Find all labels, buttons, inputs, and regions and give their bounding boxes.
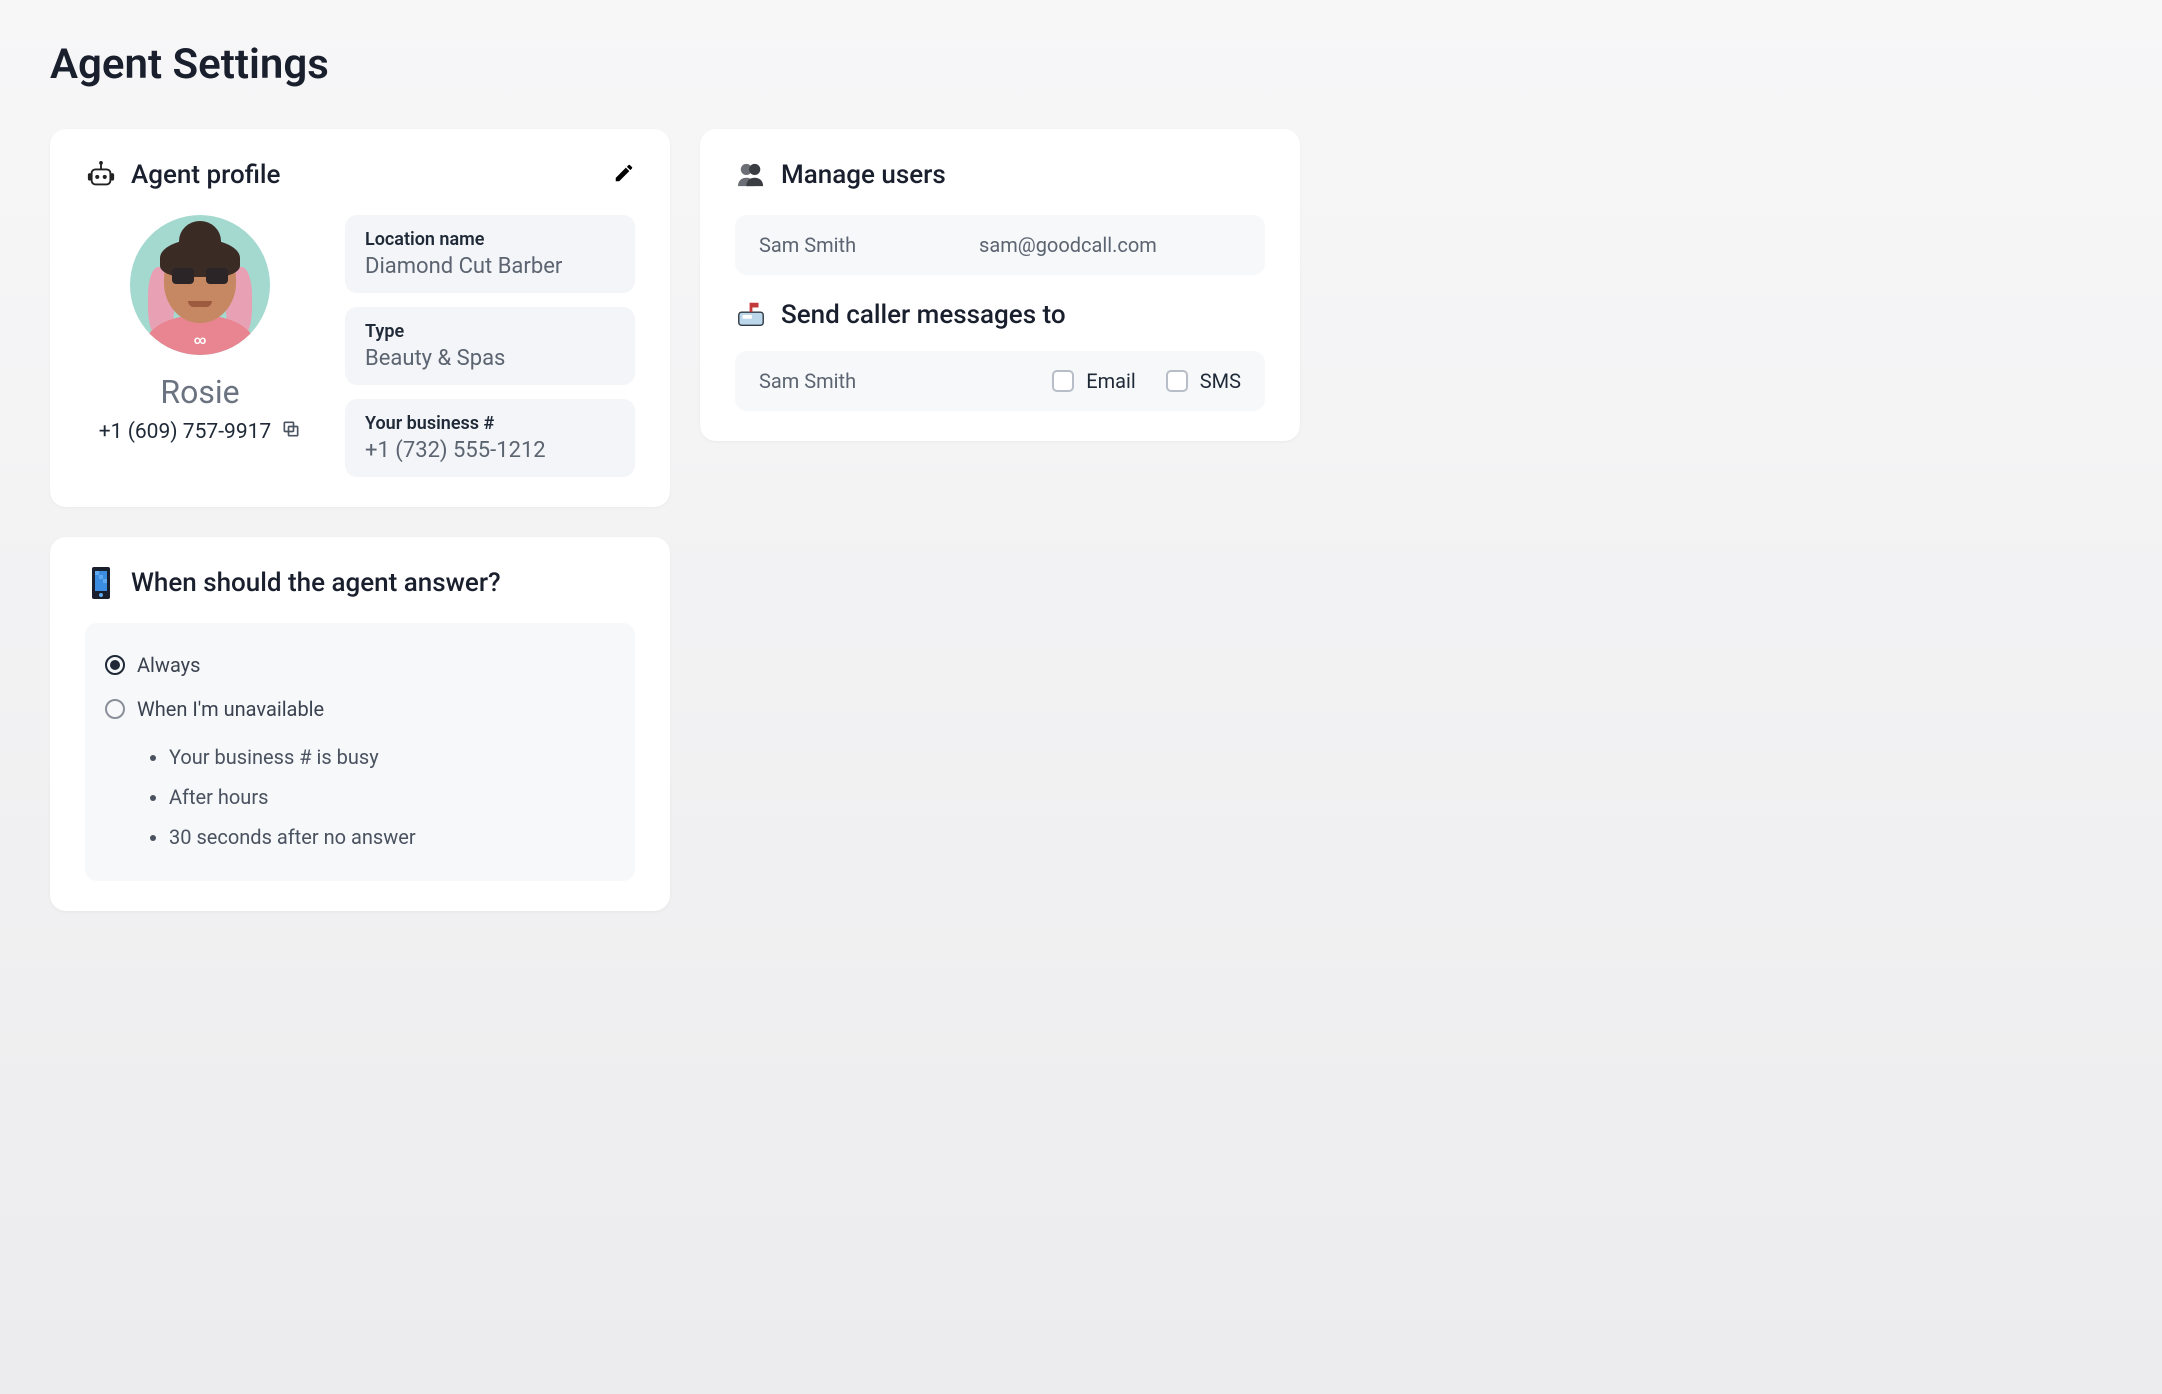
bullet-item: Your business # is busy	[169, 737, 619, 777]
bullet-item: After hours	[169, 777, 619, 817]
field-label: Type	[365, 321, 615, 342]
email-checkbox[interactable]	[1052, 370, 1074, 392]
page-title: Agent Settings	[50, 40, 2112, 89]
user-name: Sam Smith	[759, 233, 939, 257]
manage-users-card: Manage users Sam Smith sam@goodcall.com …	[700, 129, 1300, 441]
sms-checkbox-label: SMS	[1200, 369, 1241, 393]
field-value: Beauty & Spas	[365, 346, 615, 371]
agent-avatar: ∞	[130, 215, 270, 355]
users-icon	[735, 159, 767, 191]
settings-layout: Agent profile ∞	[50, 129, 2112, 911]
copy-icon[interactable]	[281, 419, 301, 445]
radio-always[interactable]: Always	[101, 643, 619, 687]
user-email: sam@goodcall.com	[979, 233, 1157, 257]
email-checkbox-label: Email	[1086, 369, 1136, 393]
recipient-name: Sam Smith	[759, 369, 1022, 393]
unavailable-bullets: Your business # is busy After hours 30 s…	[101, 737, 619, 857]
send-messages-title: Send caller messages to	[781, 300, 1066, 330]
agent-avatar-column: ∞ Rosie +1 (609) 757-9917	[85, 215, 315, 445]
phone-icon	[85, 567, 117, 599]
business-number-field[interactable]: Your business # +1 (732) 555-1212	[345, 399, 635, 477]
bullet-item: 30 seconds after no answer	[169, 817, 619, 857]
agent-phone: +1 (609) 757-9917	[99, 420, 271, 444]
answer-card-title: When should the agent answer?	[131, 568, 501, 598]
user-row[interactable]: Sam Smith sam@goodcall.com	[735, 215, 1265, 275]
location-name-field[interactable]: Location name Diamond Cut Barber	[345, 215, 635, 293]
agent-answer-card: When should the agent answer? Always Whe…	[50, 537, 670, 911]
field-label: Location name	[365, 229, 615, 250]
agent-profile-card: Agent profile ∞	[50, 129, 670, 507]
type-field[interactable]: Type Beauty & Spas	[345, 307, 635, 385]
radio-unavailable[interactable]: When I'm unavailable	[101, 687, 619, 731]
edit-icon[interactable]	[613, 162, 635, 188]
field-value: +1 (732) 555-1212	[365, 438, 615, 463]
robot-icon	[85, 159, 117, 191]
agent-name: Rosie	[160, 373, 239, 411]
sms-checkbox[interactable]	[1166, 370, 1188, 392]
message-recipient-row: Sam Smith Email SMS	[735, 351, 1265, 411]
mailbox-icon	[735, 299, 767, 331]
field-label: Your business #	[365, 413, 615, 434]
field-value: Diamond Cut Barber	[365, 254, 615, 279]
agent-profile-title: Agent profile	[131, 160, 280, 190]
answer-options: Always When I'm unavailable Your busines…	[85, 623, 635, 881]
radio-label: Always	[137, 653, 200, 677]
radio-label: When I'm unavailable	[137, 697, 324, 721]
manage-users-title: Manage users	[781, 160, 946, 190]
